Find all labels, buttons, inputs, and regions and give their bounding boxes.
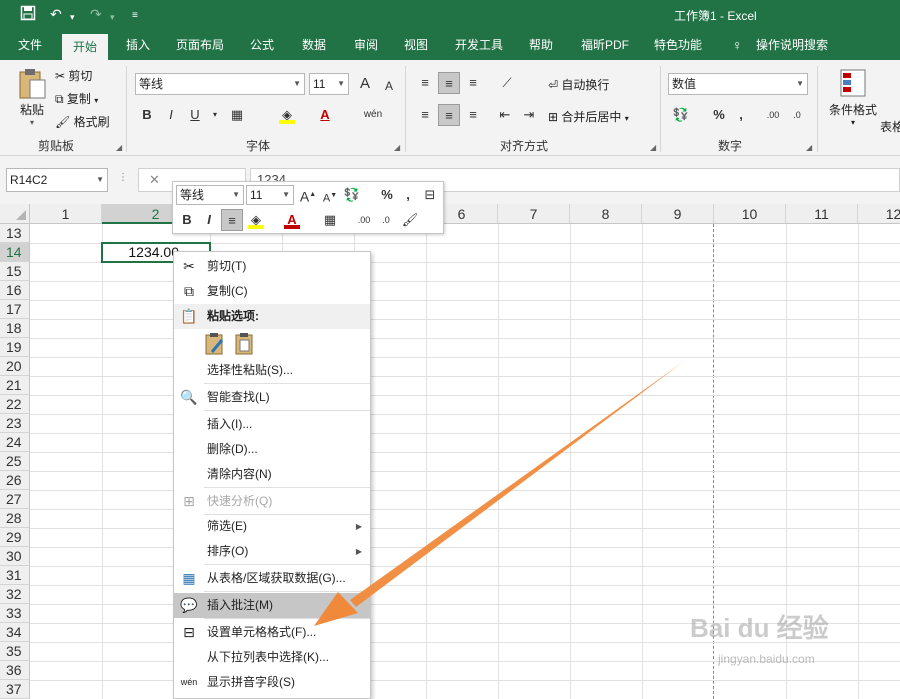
annotation-arrow — [314, 362, 683, 626]
watermark-url: jingyan.baidu.com — [718, 652, 815, 666]
watermark-logo: Bai du 经验 — [690, 613, 829, 643]
